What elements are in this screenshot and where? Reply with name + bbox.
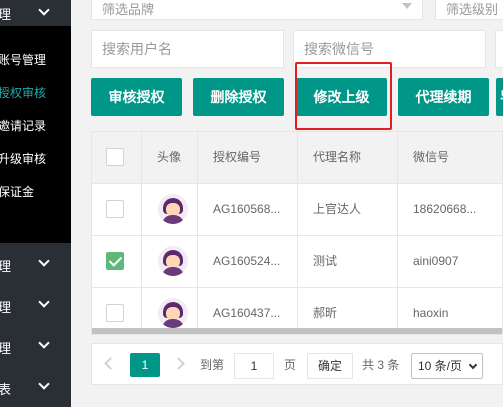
- level-filter-placeholder: 筛选级别: [446, 2, 499, 17]
- column-header-auth-no: 授权编号: [198, 132, 298, 183]
- table-header: 头像 授权编号 代理名称 微信号: [92, 132, 502, 184]
- main-content: 筛选品牌 筛选级别 搜索用户名 搜索微信号 审核授权 删除授权 修改上级 代理续…: [71, 0, 503, 407]
- total-count-label: 共 3 条: [362, 358, 400, 372]
- avatar: [158, 194, 188, 224]
- page-unit-label: 页: [284, 358, 297, 372]
- table-row[interactable]: AG160524... 测试 aini0907: [92, 236, 502, 288]
- wechat-cell: aini0907: [413, 254, 459, 268]
- column-header-avatar: 头像: [142, 132, 198, 183]
- search-input-partial[interactable]: [495, 30, 503, 68]
- sidebar-item-account-management[interactable]: 账号管理: [0, 51, 46, 68]
- row-checkbox[interactable]: [106, 200, 124, 218]
- sidebar-group-label: 理: [0, 7, 12, 22]
- sidebar-group-label: 理: [0, 259, 12, 274]
- chevron-down-icon: [38, 378, 50, 390]
- prev-page-icon[interactable]: [104, 357, 117, 370]
- sidebar: 理 账号管理 授权审核 邀请记录 升级审核 保证金 理 理 理 表: [0, 0, 71, 407]
- avatar: [158, 298, 188, 328]
- authorization-table: 头像 授权编号 代理名称 微信号 AG160568... 上官达人 186206…: [91, 131, 503, 335]
- sidebar-group-2[interactable]: 理: [0, 284, 71, 326]
- agent-name-cell: 测试: [298, 236, 398, 287]
- level-filter-select[interactable]: 筛选级别: [435, 0, 503, 20]
- brand-filter-select[interactable]: 筛选品牌: [91, 0, 423, 20]
- review-authorization-button[interactable]: 审核授权: [91, 78, 182, 116]
- goto-page-input[interactable]: 1: [234, 353, 274, 379]
- sidebar-group-1[interactable]: 理: [0, 243, 71, 285]
- row-checkbox[interactable]: [106, 304, 124, 322]
- sidebar-group-header[interactable]: 理: [0, 0, 71, 26]
- row-checkbox[interactable]: [106, 252, 124, 270]
- brand-filter-placeholder: 筛选品牌: [102, 2, 155, 17]
- chevron-down-icon: [38, 4, 50, 16]
- sidebar-group-label: 理: [0, 341, 12, 356]
- sidebar-group-3[interactable]: 理: [0, 325, 71, 367]
- current-page-button[interactable]: 1: [130, 353, 160, 377]
- column-header-agent-name: 代理名称: [298, 132, 398, 183]
- sidebar-item-upgrade-review[interactable]: 升级审核: [0, 150, 46, 167]
- delete-authorization-button[interactable]: 删除授权: [193, 78, 284, 116]
- chevron-down-icon: [468, 360, 478, 370]
- highlight-box: [295, 62, 392, 130]
- goto-confirm-button[interactable]: 确定: [307, 353, 353, 379]
- auth-no-cell: AG160524...: [198, 236, 298, 287]
- row-checkbox-cell: [92, 184, 142, 235]
- header-checkbox-cell: [92, 132, 142, 183]
- sidebar-item-invite-records[interactable]: 邀请记录: [0, 117, 46, 134]
- renew-agent-button[interactable]: 代理续期: [398, 78, 489, 116]
- sidebar-group-label: 表: [0, 382, 12, 397]
- chevron-down-icon: [38, 255, 50, 267]
- sidebar-group-label: 理: [0, 300, 12, 315]
- agent-name-cell: 上官达人: [298, 184, 398, 235]
- avatar-cell: [142, 184, 198, 235]
- auth-no-cell: AG160568...: [198, 184, 298, 235]
- page-size-value: 10 条/页: [418, 359, 463, 373]
- wechat-cell: 18620668...: [413, 202, 477, 216]
- select-all-checkbox[interactable]: [106, 148, 124, 166]
- chevron-down-icon: [38, 337, 50, 349]
- chevron-down-icon: [38, 296, 50, 308]
- username-search-input[interactable]: 搜索用户名: [91, 30, 284, 68]
- caret-down-icon: [402, 3, 412, 9]
- page-size-select[interactable]: 10 条/页: [411, 353, 483, 379]
- avatar: [158, 246, 188, 276]
- sidebar-item-deposit[interactable]: 保证金: [0, 183, 34, 200]
- row-checkbox-cell: [92, 236, 142, 287]
- horizontal-scrollbar[interactable]: [92, 328, 502, 334]
- next-page-icon[interactable]: [172, 357, 185, 370]
- sidebar-group-4[interactable]: 表: [0, 366, 71, 407]
- goto-label: 到第: [200, 358, 225, 372]
- pagination: 1 到第 1 页 确定 共 3 条 10 条/页: [91, 343, 503, 385]
- column-header-wechat: 微信号: [413, 150, 450, 164]
- export-button[interactable]: 导: [496, 78, 503, 116]
- avatar-cell: [142, 236, 198, 287]
- table-row[interactable]: AG160568... 上官达人 18620668...: [92, 184, 502, 236]
- sidebar-item-authorization-review[interactable]: 授权审核: [0, 84, 46, 101]
